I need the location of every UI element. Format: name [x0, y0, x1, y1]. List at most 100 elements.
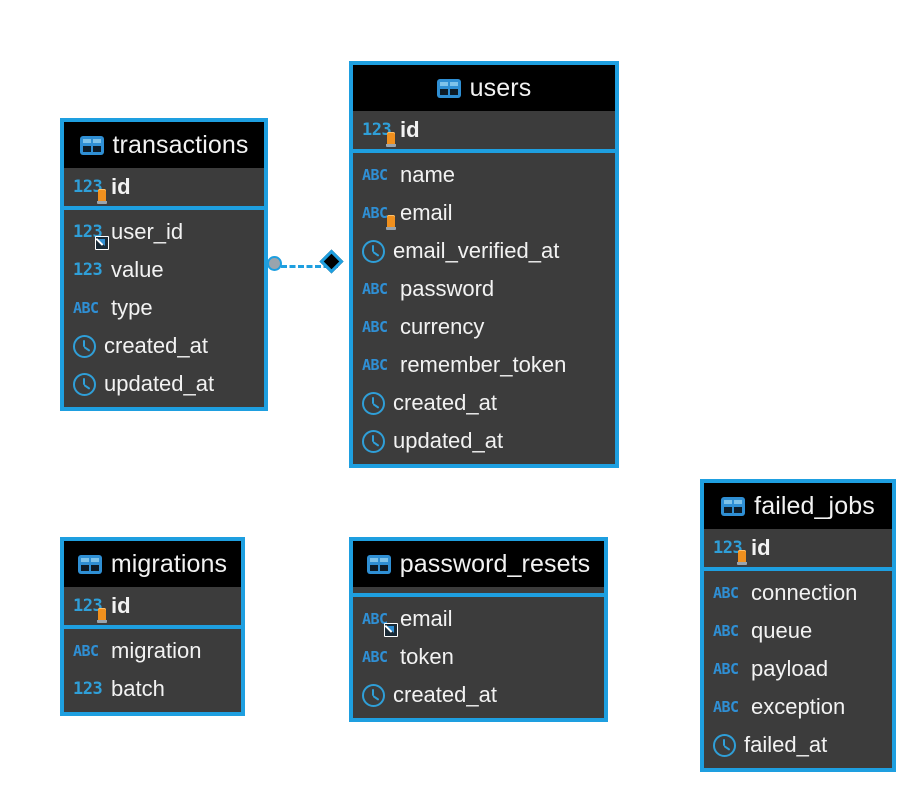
table-header-transactions[interactable]: transactions	[64, 122, 264, 168]
field-name: email	[400, 200, 453, 225]
field-row-failed_jobs-queue[interactable]: ABC queue	[704, 612, 892, 650]
table-icon	[366, 554, 391, 574]
string-type-icon: ABC	[713, 584, 739, 602]
numeric-type-icon: 123	[362, 120, 396, 147]
field-name: created_at	[104, 333, 208, 358]
table-header-failed_jobs[interactable]: failed_jobs	[704, 483, 892, 529]
relationship-diamond-endpoint[interactable]	[319, 249, 344, 274]
string-type-icon: ABC	[73, 299, 99, 317]
field-name: failed_at	[744, 732, 828, 757]
field-name: payload	[751, 656, 829, 681]
field-name: updated_at	[104, 371, 215, 396]
table-icon	[79, 135, 104, 155]
numeric-type-icon: 123	[73, 177, 107, 204]
table-title: password_resets	[399, 549, 591, 578]
field-row-failed_jobs-connection[interactable]: ABC connection	[704, 574, 892, 612]
fields-section-transactions: 123 user_id 123 value ABC type created_at updat…	[64, 210, 264, 407]
fields-section-failed_jobs: ABC connection ABC queue ABC payload ABC except…	[704, 571, 892, 768]
table-entity-failed_jobs[interactable]: failed_jobs 123 id ABC connection ABC queue ABC…	[700, 479, 896, 772]
table-header-password_resets[interactable]: password_resets	[353, 541, 604, 587]
field-row-users-email[interactable]: ABC email	[353, 194, 615, 232]
datetime-clock-icon	[362, 429, 385, 453]
field-name: email	[400, 606, 453, 631]
table-title: transactions	[112, 130, 249, 159]
field-name: created_at	[393, 390, 497, 415]
field-row-password_resets-token[interactable]: ABC token	[353, 638, 604, 676]
relationship-circle-endpoint[interactable]	[267, 256, 282, 271]
field-row-failed_jobs-payload[interactable]: ABC payload	[704, 650, 892, 688]
field-row-failed_jobs-failed_at[interactable]: failed_at	[704, 726, 892, 764]
table-entity-transactions[interactable]: transactions 123 id 123 user_id 123 value ABC ty…	[60, 118, 268, 411]
field-name: id	[111, 593, 131, 618]
field-row-users-name[interactable]: ABC name	[353, 156, 615, 194]
field-row-transactions-id[interactable]: 123 id	[64, 168, 264, 206]
field-row-users-remember_token[interactable]: ABC remember_token	[353, 346, 615, 384]
field-name: password	[400, 276, 495, 301]
field-row-transactions-updated_at[interactable]: updated_at	[64, 365, 264, 403]
fields-section-users: ABC name ABC email email_verified_at ABC passw…	[353, 153, 615, 464]
datetime-clock-icon	[73, 372, 96, 396]
field-name: exception	[751, 694, 846, 719]
primary-key-section-users: 123 id	[353, 111, 615, 153]
string-type-icon: ABC	[362, 166, 388, 184]
field-row-transactions-type[interactable]: ABC type	[64, 289, 264, 327]
field-name: remember_token	[400, 352, 567, 377]
table-entity-password_resets[interactable]: password_resets ABC email ABC token created_a…	[349, 537, 608, 722]
field-row-users-id[interactable]: 123 id	[353, 111, 615, 149]
field-name: updated_at	[393, 428, 504, 453]
field-name: batch	[111, 676, 165, 701]
table-header-migrations[interactable]: migrations	[64, 541, 241, 587]
string-type-icon: ABC	[713, 698, 739, 716]
field-row-users-updated_at[interactable]: updated_at	[353, 422, 615, 460]
field-row-failed_jobs-exception[interactable]: ABC exception	[704, 688, 892, 726]
string-type-icon: ABC	[362, 356, 388, 374]
field-row-transactions-created_at[interactable]: created_at	[64, 327, 264, 365]
field-row-migrations-migration[interactable]: ABC migration	[64, 632, 241, 670]
field-name: queue	[751, 618, 813, 643]
field-name: currency	[400, 314, 485, 339]
primary-key-badge-icon	[385, 215, 397, 230]
datetime-clock-icon	[713, 733, 736, 757]
relationship-line-transactions-users[interactable]	[281, 265, 338, 268]
primary-key-section-failed_jobs: 123 id	[704, 529, 892, 571]
field-row-users-currency[interactable]: ABC currency	[353, 308, 615, 346]
table-title: failed_jobs	[754, 491, 875, 520]
primary-key-section-migrations: 123 id	[64, 587, 241, 629]
field-name: value	[111, 257, 164, 282]
field-row-password_resets-created_at[interactable]: created_at	[353, 676, 604, 714]
datetime-clock-icon	[362, 683, 385, 707]
numeric-type-icon: 123	[73, 260, 103, 280]
field-row-migrations-id[interactable]: 123 id	[64, 587, 241, 625]
string-type-icon: ABC	[362, 648, 388, 666]
field-row-password_resets-email[interactable]: ABC email	[353, 600, 604, 638]
field-row-transactions-user_id[interactable]: 123 user_id	[64, 213, 264, 251]
field-row-users-created_at[interactable]: created_at	[353, 384, 615, 422]
field-name: type	[111, 295, 153, 320]
er-diagram-canvas: transactions 123 id 123 user_id 123 value ABC ty…	[0, 0, 924, 796]
numeric-type-icon: 123	[73, 596, 107, 623]
string-type-icon: ABC	[362, 609, 398, 637]
fields-section-migrations: ABC migration 123 batch	[64, 629, 241, 712]
field-name: email_verified_at	[393, 238, 560, 263]
field-name: user_id	[111, 219, 184, 244]
field-row-users-email_verified_at[interactable]: email_verified_at	[353, 232, 615, 270]
field-row-users-password[interactable]: ABC password	[353, 270, 615, 308]
field-row-migrations-batch[interactable]: 123 batch	[64, 670, 241, 708]
table-header-users[interactable]: users	[353, 65, 615, 111]
field-name: id	[751, 535, 771, 560]
field-row-failed_jobs-id[interactable]: 123 id	[704, 529, 892, 567]
string-type-icon: ABC	[713, 660, 739, 678]
field-name: connection	[751, 580, 858, 605]
field-name: id	[111, 174, 131, 199]
table-entity-migrations[interactable]: migrations 123 id ABC migration 123 batch	[60, 537, 245, 716]
table-icon	[77, 554, 102, 574]
primary-key-section-password_resets	[353, 587, 604, 597]
field-name: created_at	[393, 682, 497, 707]
numeric-type-icon: 123	[73, 222, 109, 250]
datetime-clock-icon	[362, 391, 385, 415]
field-row-transactions-value[interactable]: 123 value	[64, 251, 264, 289]
table-title: users	[469, 73, 532, 102]
index-badge-icon	[384, 623, 398, 637]
table-entity-users[interactable]: users 123 id ABC name ABC email email_verified_…	[349, 61, 619, 468]
primary-key-badge-icon	[736, 550, 748, 565]
